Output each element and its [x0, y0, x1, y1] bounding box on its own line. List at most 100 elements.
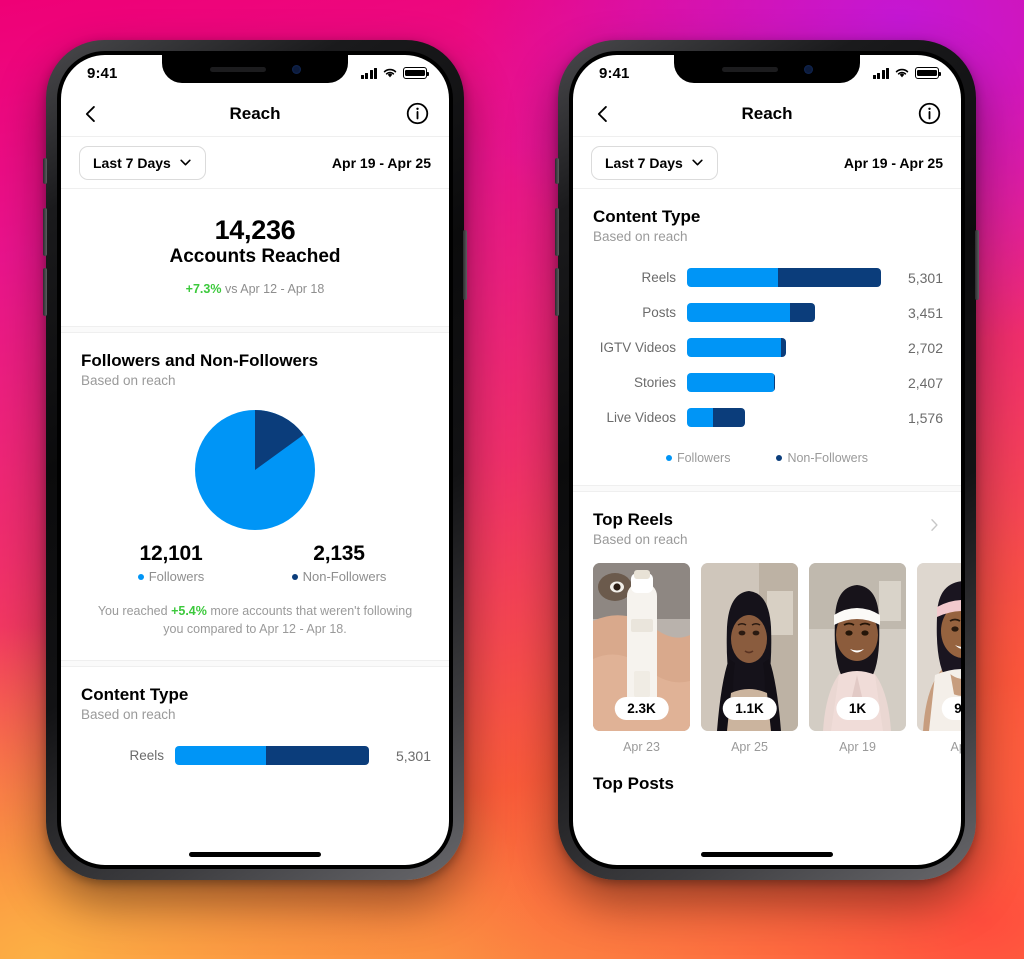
- bar-segment-followers: [687, 268, 779, 287]
- stacked-bar: [687, 408, 746, 427]
- stacked-bar: [687, 303, 816, 322]
- pie-chart-container: [61, 388, 449, 536]
- stacked-bar: [175, 746, 369, 766]
- reel-reach-badge: 1.1K: [722, 697, 777, 720]
- chevron-down-icon: [692, 159, 703, 166]
- reel-thumbnail[interactable]: 2.3K: [593, 563, 690, 731]
- date-range-display: Apr 19 - Apr 25: [843, 154, 943, 171]
- volume-up-button[interactable]: [43, 208, 47, 256]
- silence-switch[interactable]: [43, 158, 47, 184]
- reel-reach-badge: 900: [941, 697, 961, 720]
- nav-bar: Reach: [61, 91, 449, 137]
- stacked-bar: [687, 268, 881, 287]
- followers-section-title: Followers and Non-Followers: [81, 351, 319, 371]
- content-type-subtitle: Based on reach: [593, 229, 688, 244]
- phone-bezel: 9:41 Reach: [57, 51, 453, 869]
- info-circle-icon[interactable]: [918, 102, 941, 125]
- bar-label: Reels: [129, 748, 164, 764]
- chevron-right-icon[interactable]: [927, 518, 941, 532]
- followers-key: Followers: [87, 569, 255, 584]
- phone-mockup-right: 9:41 Reach Last 7 Days Apr 19 - Apr 25 C…: [555, 40, 979, 880]
- pie-legend-followers: 12,101 Followers: [87, 542, 255, 584]
- reel-date: Apr 19: [839, 740, 876, 754]
- reel-date: Apr 23: [623, 740, 660, 754]
- volume-down-button[interactable]: [555, 268, 559, 316]
- legend-followers-label: Followers: [676, 451, 731, 465]
- notch: [674, 55, 860, 83]
- cellular-signal-icon: [360, 67, 377, 79]
- back-chevron-icon[interactable]: [593, 104, 613, 124]
- legend-non-followers: Non-Followers: [776, 451, 868, 465]
- front-camera: [291, 64, 301, 74]
- followers-value: 12,101: [139, 542, 203, 566]
- bar-track: [175, 746, 369, 766]
- front-camera: [803, 64, 813, 74]
- power-button[interactable]: [975, 230, 979, 300]
- cellular-signal-icon: [872, 67, 889, 79]
- back-chevron-icon[interactable]: [81, 104, 101, 124]
- followers-label: Followers: [148, 569, 205, 585]
- hero-delta-value: +7.3%: [185, 282, 222, 297]
- content-type-header: Content Type Based on reach: [573, 189, 961, 244]
- section-divider: [61, 326, 449, 334]
- status-time: 9:41: [599, 64, 630, 82]
- table-row: Reels 5,301: [591, 260, 943, 295]
- pie-legend-non-followers: 2,135 Non-Followers: [255, 542, 423, 584]
- reel-reach-badge: 2.3K: [614, 697, 669, 720]
- date-filter-row: Last 7 Days Apr 19 - Apr 25: [573, 137, 961, 189]
- top-reels-header[interactable]: Top Reels Based on reach: [573, 492, 961, 547]
- hero-stat: 14,236 Accounts Reached +7.3% vs Apr 12 …: [61, 189, 449, 326]
- phone-mockup-left: 9:41 Reach Last 7 Days Apr 19 - Apr 25 1…: [43, 40, 467, 880]
- bar-segment-non-followers: [713, 408, 746, 427]
- home-indicator[interactable]: [189, 852, 321, 857]
- content-type-subtitle: Based on reach: [81, 707, 176, 723]
- content-type-bars: Reels 5,301 Posts 3,451 IGTV Videos 2,70…: [573, 244, 961, 435]
- info-circle-icon[interactable]: [406, 102, 429, 125]
- earpiece-speaker: [209, 66, 266, 72]
- bar-label: Reels: [641, 270, 676, 285]
- accounts-reached-value: 14,236: [214, 215, 296, 245]
- bar-track: [687, 303, 881, 322]
- content-type-header-left: Content Type Based on reach: [61, 667, 449, 722]
- scroll-content-right[interactable]: Content Type Based on reach Reels 5,301 …: [573, 189, 961, 865]
- status-indicators: [360, 67, 430, 79]
- date-range-selector[interactable]: Last 7 Days: [79, 145, 206, 180]
- legend-followers: Followers: [665, 451, 731, 465]
- bar-value: 3,451: [907, 304, 943, 321]
- bar-value: 5,301: [907, 269, 943, 286]
- stacked-bar: [687, 338, 786, 357]
- bar-row: Reels 5,301: [79, 738, 431, 773]
- content-type-legend: Followers Non-Followers: [573, 435, 961, 485]
- home-indicator[interactable]: [701, 852, 833, 857]
- list-item[interactable]: 1.1K Apr 25: [701, 563, 798, 754]
- phone-screen-left: 9:41 Reach Last 7 Days Apr 19 - Apr 25 1…: [61, 55, 449, 865]
- bar-segment-followers: [687, 373, 774, 392]
- table-row: IGTV Videos 2,702: [591, 330, 943, 365]
- followers-pie-chart: [195, 410, 315, 531]
- silence-switch[interactable]: [555, 158, 559, 184]
- scroll-content-left[interactable]: 14,236 Accounts Reached +7.3% vs Apr 12 …: [61, 189, 449, 865]
- bar-segment-non-followers: [778, 268, 881, 287]
- table-row: Live Videos 1,576: [591, 400, 943, 435]
- list-item[interactable]: 900 Apr 2: [917, 563, 961, 754]
- reel-thumbnail[interactable]: 1K: [809, 563, 906, 731]
- list-item[interactable]: 2.3K Apr 23: [593, 563, 690, 754]
- reel-thumbnail[interactable]: 900: [917, 563, 961, 731]
- bar-value: 1,576: [907, 409, 943, 426]
- date-range-selector[interactable]: Last 7 Days: [591, 145, 718, 180]
- non-followers-value: 2,135: [313, 542, 365, 566]
- note-delta: +5.4%: [171, 604, 207, 619]
- date-range-display: Apr 19 - Apr 25: [331, 154, 431, 171]
- list-item[interactable]: 1K Apr 19: [809, 563, 906, 754]
- volume-down-button[interactable]: [43, 268, 47, 316]
- non-followers-label: Non-Followers: [302, 569, 387, 585]
- reel-thumbnail[interactable]: 1.1K: [701, 563, 798, 731]
- battery-icon: [915, 67, 942, 79]
- power-button[interactable]: [463, 230, 467, 300]
- non-followers-dot-icon: [776, 455, 783, 461]
- poster-background: 9:41 Reach Last 7 Days Apr 19 - Apr 25 1…: [0, 0, 1024, 959]
- volume-up-button[interactable]: [555, 208, 559, 256]
- top-reels-carousel[interactable]: 2.3K Apr 23 1.1K Apr 25 1K Apr 19 9 A: [573, 547, 961, 754]
- status-time: 9:41: [87, 64, 118, 82]
- hero-delta: +7.3% vs Apr 12 - Apr 18: [81, 282, 429, 296]
